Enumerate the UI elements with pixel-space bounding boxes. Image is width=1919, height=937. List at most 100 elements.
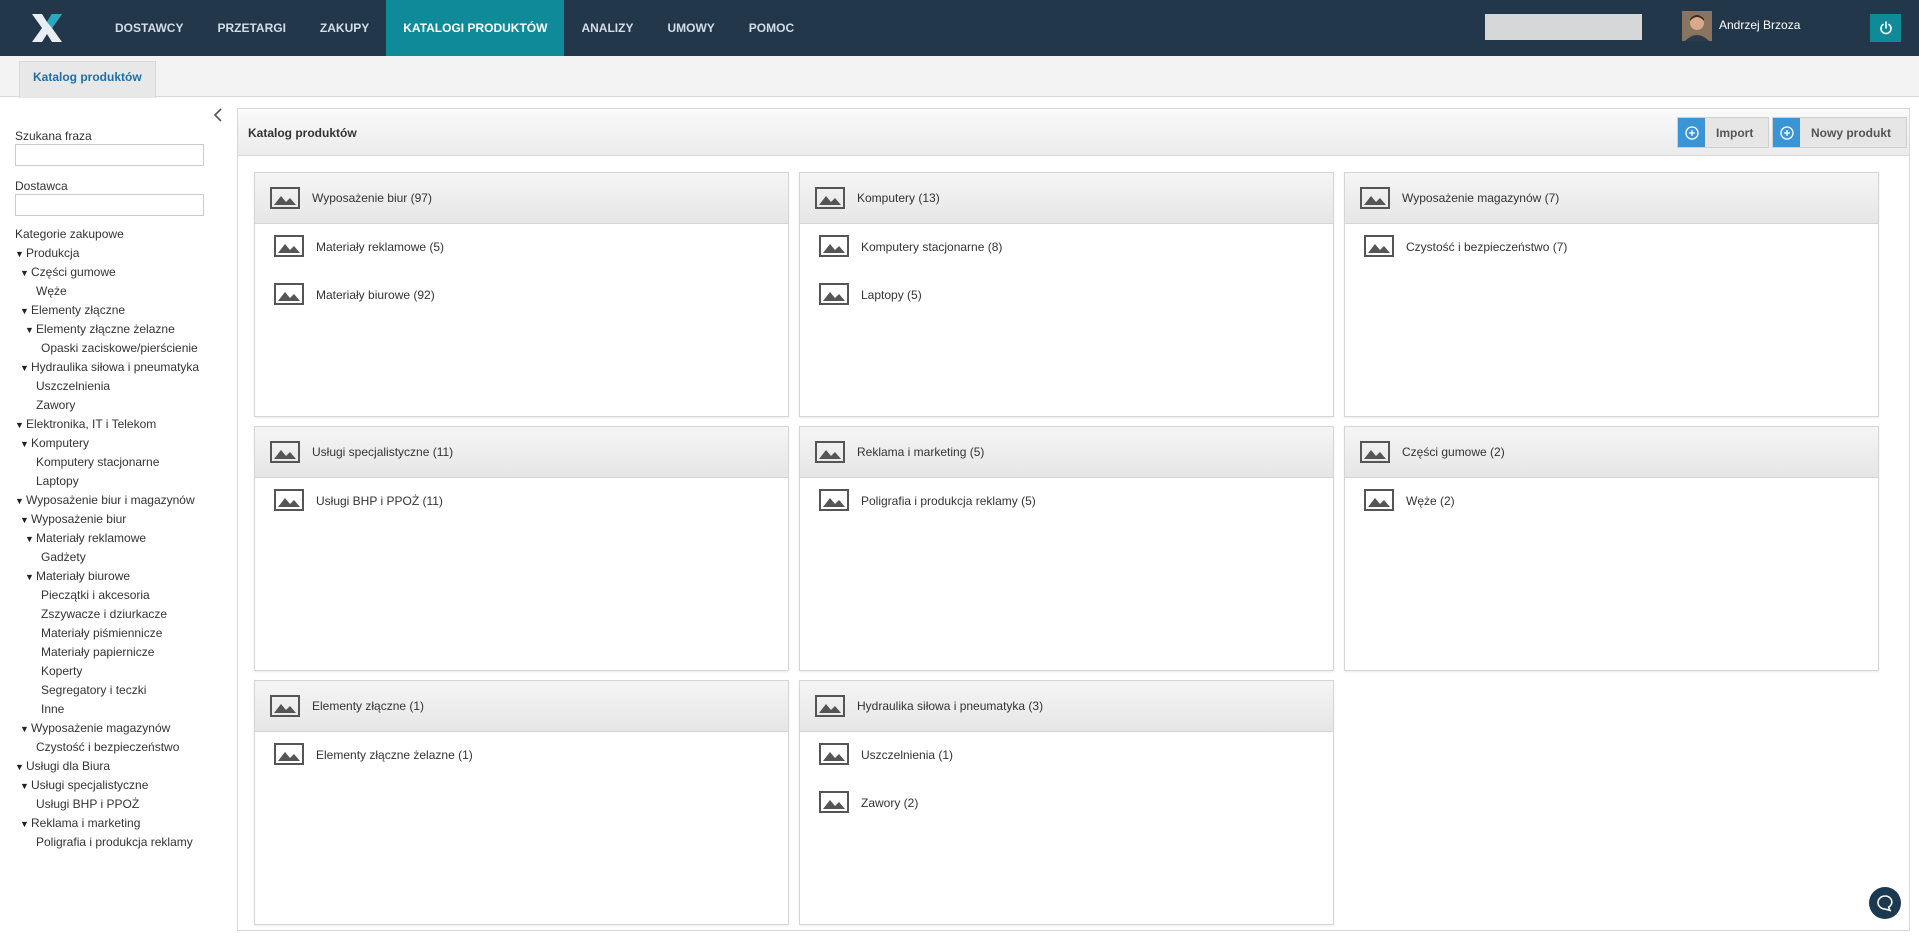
category-card-header[interactable]: Usługi specjalistyczne (11): [255, 427, 788, 478]
tree-item[interactable]: ▼ Produkcja: [15, 244, 230, 263]
new-product-button[interactable]: Nowy produkt: [1772, 117, 1907, 148]
expand-arrow-icon[interactable]: ▼: [25, 321, 36, 340]
filter-sidebar: Szukana fraza Dostawca Kategorie zakupow…: [0, 97, 230, 937]
expand-arrow-icon[interactable]: ▼: [20, 359, 31, 378]
tree-item[interactable]: Czystość i bezpieczeństwo: [15, 738, 230, 757]
image-placeholder-icon: [819, 489, 849, 514]
image-placeholder-icon: [819, 791, 849, 816]
supplier-input[interactable]: [15, 194, 204, 216]
tree-item[interactable]: ▼ Wyposażenie biur i magazynów: [15, 491, 230, 510]
tree-item-label: Wyposażenie biur i magazynów: [26, 493, 195, 507]
nav-item-suppliers[interactable]: DOSTAWCY: [98, 0, 200, 56]
tree-item[interactable]: ▼ Komputery: [15, 434, 230, 453]
tree-item[interactable]: ▼ Materiały reklamowe: [15, 529, 230, 548]
tab-product-catalog[interactable]: Katalog produktów: [19, 61, 156, 98]
tree-item[interactable]: Poligrafia i produkcja reklamy: [15, 833, 230, 852]
tree-item-label: Poligrafia i produkcja reklamy: [36, 835, 193, 849]
tree-item[interactable]: Zszywacze i dziurkacze: [15, 605, 230, 624]
tree-item[interactable]: ▼ Usługi dla Biura: [15, 757, 230, 776]
plus-circle-icon: [1779, 125, 1794, 140]
category-card-header[interactable]: Wyposażenie magazynów (7): [1345, 173, 1878, 224]
user-name[interactable]: Andrzej Brzoza: [1719, 18, 1800, 32]
tree-item[interactable]: ▼ Wyposażenie biur: [15, 510, 230, 529]
tree-item[interactable]: ▼ Wyposażenie magazynów: [15, 719, 230, 738]
tree-item[interactable]: Węże: [15, 282, 230, 301]
tree-item[interactable]: Pieczątki i akcesoria: [15, 586, 230, 605]
subcategory-item[interactable]: Laptopy (5): [800, 272, 1333, 320]
tree-item[interactable]: Opaski zaciskowe/pierścienie: [15, 339, 230, 358]
user-avatar[interactable]: [1682, 11, 1712, 41]
expand-arrow-icon[interactable]: ▼: [25, 568, 36, 587]
expand-arrow-icon[interactable]: ▼: [20, 815, 31, 834]
tree-item[interactable]: Gadżety: [15, 548, 230, 567]
expand-arrow-icon[interactable]: ▼: [15, 416, 26, 435]
image-placeholder-icon: [1364, 235, 1394, 260]
tree-item[interactable]: ▼ Części gumowe: [15, 263, 230, 282]
import-button[interactable]: Import: [1677, 117, 1770, 148]
subcategory-item[interactable]: Elementy złączne żelazne (1): [255, 732, 788, 780]
tree-item[interactable]: Laptopy: [15, 472, 230, 491]
subcategory-item[interactable]: Materiały biurowe (92): [255, 272, 788, 320]
nav-item-help[interactable]: POMOC: [732, 0, 811, 56]
subcategory-item[interactable]: Zawory (2): [800, 780, 1333, 828]
tree-item[interactable]: Materiały papiernicze: [15, 643, 230, 662]
tree-item[interactable]: Materiały piśmiennicze: [15, 624, 230, 643]
nav-item-tenders[interactable]: PRZETARGI: [200, 0, 302, 56]
image-placeholder-icon: [270, 187, 300, 212]
expand-arrow-icon[interactable]: ▼: [20, 435, 31, 454]
category-card-header[interactable]: Reklama i marketing (5): [800, 427, 1333, 478]
category-card-header[interactable]: Elementy złączne (1): [255, 681, 788, 732]
app-logo[interactable]: [30, 12, 64, 44]
tree-item[interactable]: ▼ Elementy złączne: [15, 301, 230, 320]
search-phrase-input[interactable]: [15, 144, 204, 166]
tree-item[interactable]: ▼ Elementy złączne żelazne: [15, 320, 230, 339]
subcategory-label: Poligrafia i produkcja reklamy (5): [861, 494, 1036, 508]
tree-item[interactable]: Komputery stacjonarne: [15, 453, 230, 472]
tree-item[interactable]: Zawory: [15, 396, 230, 415]
subcategory-item[interactable]: Czystość i bezpieczeństwo (7): [1345, 224, 1878, 272]
category-card-header[interactable]: Części gumowe (2): [1345, 427, 1878, 478]
tree-item[interactable]: Koperty: [15, 662, 230, 681]
subcategory-item[interactable]: Komputery stacjonarne (8): [800, 224, 1333, 272]
subcategory-item[interactable]: Węże (2): [1345, 478, 1878, 526]
nav-item-product-catalogs[interactable]: KATALOGI PRODUKTÓW: [386, 0, 565, 56]
expand-arrow-icon[interactable]: ▼: [15, 492, 26, 511]
global-search-input[interactable]: [1485, 14, 1642, 40]
nav-item-purchases[interactable]: ZAKUPY: [303, 0, 386, 56]
expand-arrow-icon[interactable]: ▼: [15, 758, 26, 777]
tree-item[interactable]: Usługi BHP i PPOŻ: [15, 795, 230, 814]
expand-arrow-icon[interactable]: ▼: [20, 511, 31, 530]
subcategory-item[interactable]: Uszczelnienia (1): [800, 732, 1333, 780]
expand-arrow-icon[interactable]: ▼: [25, 530, 36, 549]
subcategory-item[interactable]: Poligrafia i produkcja reklamy (5): [800, 478, 1333, 526]
tree-item-label: Wyposażenie biur: [31, 512, 127, 526]
image-placeholder-icon: [815, 441, 845, 466]
category-card-title: Reklama i marketing (5): [857, 445, 985, 459]
expand-arrow-icon[interactable]: ▼: [20, 302, 31, 321]
expand-arrow-icon[interactable]: ▼: [20, 720, 31, 739]
tree-item[interactable]: ▼ Hydraulika siłowa i pneumatyka: [15, 358, 230, 377]
logout-button[interactable]: [1870, 14, 1901, 42]
expand-arrow-icon[interactable]: ▼: [20, 777, 31, 796]
tree-item[interactable]: Uszczelnienia: [15, 377, 230, 396]
category-card: Reklama i marketing (5) Poligrafia i pro…: [799, 426, 1334, 671]
nav-item-analyses[interactable]: ANALIZY: [564, 0, 650, 56]
tree-item[interactable]: ▼ Usługi specjalistyczne: [15, 776, 230, 795]
expand-arrow-icon[interactable]: ▼: [15, 245, 26, 264]
tree-item[interactable]: ▼ Elektronika, IT i Telekom: [15, 415, 230, 434]
category-card-header[interactable]: Wyposażenie biur (97): [255, 173, 788, 224]
nav-item-contracts[interactable]: UMOWY: [650, 0, 731, 56]
category-card-header[interactable]: Komputery (13): [800, 173, 1333, 224]
category-card-header[interactable]: Hydraulika siłowa i pneumatyka (3): [800, 681, 1333, 732]
tree-item[interactable]: ▼ Materiały biurowe: [15, 567, 230, 586]
chat-support-button[interactable]: [1869, 887, 1901, 919]
expand-arrow-icon[interactable]: ▼: [20, 264, 31, 283]
tab-bar: Katalog produktów: [0, 56, 1919, 98]
tree-item[interactable]: ▼ Reklama i marketing: [15, 814, 230, 833]
tree-item[interactable]: Inne: [15, 700, 230, 719]
tree-item[interactable]: Segregatory i teczki: [15, 681, 230, 700]
subcategory-item[interactable]: Usługi BHP i PPOŻ (11): [255, 478, 788, 526]
collapse-sidebar-button[interactable]: [213, 107, 227, 125]
subcategory-item[interactable]: Materiały reklamowe (5): [255, 224, 788, 272]
tree-item-label: Materiały biurowe: [36, 569, 131, 583]
